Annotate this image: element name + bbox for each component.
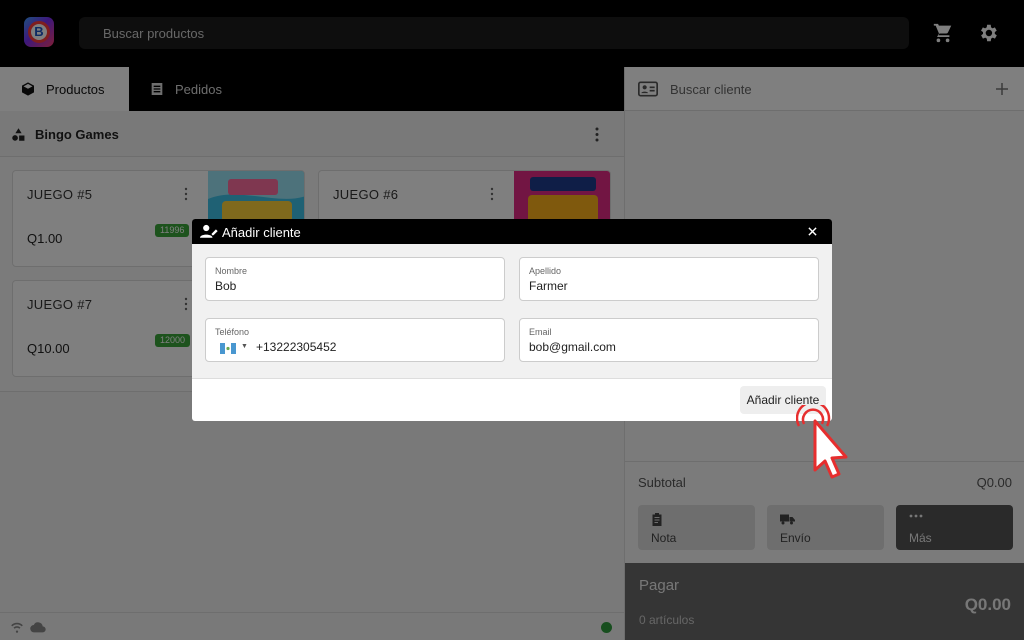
click-pointer-icon [796,405,848,479]
user-edit-icon [200,224,218,238]
phone-input[interactable] [256,340,476,354]
phone-label: Teléfono [215,327,250,337]
dialog-form: Nombre Apellido Teléfono ▼ Email [192,244,832,379]
add-customer-dialog: Añadir cliente Nombre Apellido Teléfono … [192,219,832,421]
first-name-label: Nombre [215,266,248,276]
last-name-field[interactable]: Apellido [519,257,819,301]
email-input[interactable] [529,340,799,354]
last-name-label: Apellido [529,266,562,276]
email-field[interactable]: Email [519,318,819,362]
last-name-input[interactable] [529,279,799,293]
dialog-header: Añadir cliente [192,219,832,244]
first-name-field[interactable]: Nombre [205,257,505,301]
country-dropdown-caret-icon[interactable]: ▼ [241,343,248,350]
email-label: Email [529,327,552,337]
close-icon[interactable] [808,227,817,236]
phone-field[interactable]: Teléfono ▼ [205,318,505,362]
first-name-input[interactable] [215,279,485,293]
dialog-title: Añadir cliente [222,225,301,240]
guatemala-flag-icon[interactable] [220,343,236,354]
